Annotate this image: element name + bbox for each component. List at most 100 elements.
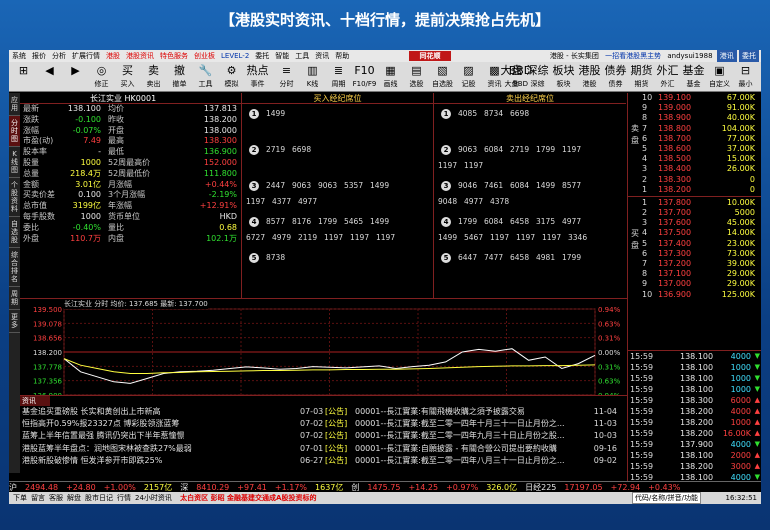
left-tab[interactable]: 分时图 [9,116,20,147]
broker-id[interactable]: 1499 [266,109,292,119]
order-book-row[interactable]: 2 137.700 5000 [628,208,761,218]
toolbar-button[interactable]: ▨ 记股 [456,63,481,91]
order-book-row[interactable]: 7 138.800 104.00K [628,124,761,134]
broker-id[interactable]: 7477 [484,253,510,263]
order-book-row[interactable]: 1 137.800 10.00K [628,198,761,208]
menu-item[interactable]: 扩展行情 [69,50,103,62]
status-item[interactable]: 解盘 [65,492,83,504]
trade-ticks[interactable]: 15:59 138.100 4000 ▼ 15:59 138.100 1000 ▼ 15:59 1… [627,350,761,493]
toolbar-button[interactable]: ≣ 周期 [326,63,351,91]
left-tab[interactable]: 综合排名 [9,248,20,287]
broker-id[interactable]: 1799 [318,217,344,227]
breadcrumb[interactable]: 港股 - 长实集团 [548,50,601,62]
order-book-row[interactable]: 10 136.900 125.00K [628,290,761,300]
news-tab-label[interactable]: 资讯 [20,396,50,406]
menu-item[interactable]: 特色服务 [157,50,191,62]
broker-id[interactable]: 1197 [516,233,542,243]
news-headline-left[interactable]: 港股新股破惨情 恒发洋参开市即跌25% [22,455,162,467]
status-item[interactable]: 股市日记 [83,492,115,504]
menu-item[interactable]: LEVEL-2 [218,50,252,62]
news-row[interactable]: 基金追买重磅股 长实和黄创出上市新高 07-03 [公告] 00001--長江實業:有… [20,406,627,418]
broker-id[interactable]: 1799 [458,217,484,227]
broker-id[interactable]: 6084 [484,145,510,155]
broker-id[interactable]: 5467 [464,233,490,243]
left-tab[interactable]: 周期 [9,287,20,310]
broker-id[interactable]: 1499 [536,181,562,191]
toolbar-button[interactable]: ▣ 自定义 [707,63,732,91]
broker-id[interactable]: 1197 [464,161,490,171]
broker-id[interactable]: 9063 [292,181,318,191]
news-headline-left[interactable]: 蓝筹上半年信置最强 腾讯仍突出下半年惹憧憬 [22,430,185,442]
broker-id[interactable]: 9063 [318,181,344,191]
broker-id[interactable]: 6084 [484,217,510,227]
broker-id[interactable]: 8176 [292,217,318,227]
order-book-row[interactable]: 8 137.100 29.00K [628,269,761,279]
toolbar-button[interactable]: ⊞ [11,63,36,91]
order-book-row[interactable]: 1 138.200 0 [628,185,761,195]
status-item[interactable]: 客服 [47,492,65,504]
broker-id[interactable]: 1197 [542,233,568,243]
code-search-input[interactable]: 代码/名称/拼音/功能 [631,492,701,504]
toolbar-button[interactable]: ▧ 自选股 [430,63,455,91]
order-book-row[interactable]: 6 138.700 77.00K [628,134,761,144]
broker-id[interactable]: 8738 [266,253,292,263]
broker-id[interactable]: 2119 [298,233,324,243]
broker-id[interactable]: 1197 [490,233,516,243]
news-headline-left[interactable]: 基金追买重磅股 长实和黄创出上市新高 [22,406,161,418]
broker-id[interactable]: 1799 [562,253,588,263]
order-book-row[interactable]: 5 137.400 23.00K [628,239,761,249]
menu-item[interactable]: 报价 [29,50,49,62]
broker-id[interactable]: 6458 [510,253,536,263]
broker-id[interactable]: 6727 [246,233,272,243]
menu-item[interactable]: 工具 [292,50,312,62]
news-headline[interactable]: 太白资区 彭昭 金融基建交通成A股投资标的 [178,492,318,504]
status-item[interactable]: 留言 [29,492,47,504]
news-button[interactable]: 港讯 [716,50,737,62]
broker-id[interactable]: 1499 [370,181,396,191]
order-book-row[interactable]: 10 139.100 67.00K [628,93,761,103]
broker-id[interactable]: 4977 [464,197,490,207]
broker-id[interactable]: 4085 [458,109,484,119]
toolbar-button[interactable]: ≡ 分时 [274,63,299,91]
broker-id[interactable]: 4977 [298,197,324,207]
menu-item[interactable]: 港股 [103,50,123,62]
toolbar-button[interactable]: 🔧 工具 [193,63,218,91]
order-book-row[interactable]: 5 138.600 37.00K [628,144,761,154]
broker-id[interactable]: 2719 [510,145,536,155]
broker-id[interactable]: 4981 [536,253,562,263]
news-headline-left[interactable]: 恒指高开0.59%报23327点 博彩股领涨蓝筹 [22,418,179,430]
news-row[interactable]: 蓝筹上半年信置最强 腾讯仍突出下半年惹憧憬 07-02 [公告] 00001--長江實… [20,430,627,442]
broker-id[interactable]: 6698 [292,145,318,155]
toolbar-button[interactable]: 港股 港股 [577,63,602,91]
broker-id[interactable]: 5357 [344,181,370,191]
broker-id[interactable]: 6698 [510,109,536,119]
news-row[interactable]: 恒指高开0.59%报23327点 博彩股领涨蓝筹 07-02 [公告] 00001--… [20,418,627,430]
broker-id[interactable]: 8577 [562,181,588,191]
broker-id[interactable]: 4977 [562,217,588,227]
menu-item[interactable]: 港股资讯 [123,50,157,62]
broker-id[interactable]: 1197 [350,233,376,243]
broker-id[interactable]: 6084 [510,181,536,191]
menu-item[interactable]: 分析 [49,50,69,62]
menu-item[interactable]: 委托 [252,50,272,62]
left-tab[interactable]: 应用 [9,93,20,116]
toolbar-button[interactable]: 卖卖出 [141,63,166,91]
broker-id[interactable]: 7461 [484,181,510,191]
announcement-title[interactable]: 00001--長江實業:有關飛機收購之須予披露交易 [355,406,585,418]
broker-id[interactable]: 5465 [344,217,370,227]
broker-id[interactable]: 8734 [484,109,510,119]
broker-id[interactable]: 1197 [438,161,464,171]
trade-button[interactable]: 委托 [739,50,759,62]
toolbar-button[interactable]: 买买入 [115,63,140,91]
broker-id[interactable]: 1499 [438,233,464,243]
menu-item[interactable]: 创业板 [191,50,218,62]
menu-item[interactable]: 帮助 [332,50,352,62]
broker-id[interactable]: 9048 [438,197,464,207]
broker-id[interactable]: 9046 [458,181,484,191]
toolbar-button[interactable]: F10 F10/F9 [352,63,377,91]
broker-id[interactable]: 9063 [458,145,484,155]
news-row[interactable]: 港股新股破惨情 恒发洋参开市即跌25% 06-27 [公告] 00001--長江實業:… [20,455,627,467]
broker-id[interactable]: 1197 [376,233,402,243]
toolbar-button[interactable]: 基金 基金 [681,63,706,91]
toolbar-button[interactable]: ◀ [37,63,62,91]
